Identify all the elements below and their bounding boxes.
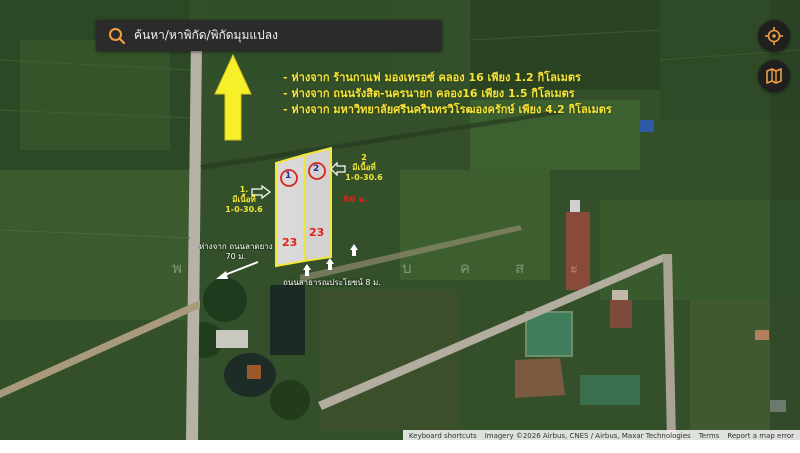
satellite-map[interactable]: ค้นหา/หาพิกัด/พิกัดมุมแปลง - ห่างจาก ร้า… <box>0 0 800 440</box>
road-distance-title: ห่างจาก ถนนลาดยาง <box>199 242 273 251</box>
plot-2-label-area: 1-0-30.6 <box>345 173 383 182</box>
plot-1-label-index: 1. <box>239 185 249 194</box>
crosshair-icon <box>765 27 783 45</box>
plot-1-label-area-title: มีเนื้อที่ <box>232 195 256 204</box>
plot-2-label: 2 มีเนื้อที่ 1-0-30.6 <box>342 153 386 183</box>
search-icon <box>109 27 126 44</box>
plot-1-label: 1. มีเนื้อที่ 1-0-30.6 <box>222 185 266 215</box>
locate-button[interactable] <box>758 20 790 52</box>
watermark-char: ส <box>515 259 525 277</box>
satellite-imagery <box>0 0 800 440</box>
report-error-link[interactable]: Report a map error <box>727 432 794 440</box>
map-layers-button[interactable] <box>758 60 790 92</box>
info-line-cafe: - ห่างจาก ร้านกาแฟ มองเทรอซ์ คลอง 16 เพี… <box>283 71 581 84</box>
plot-2-label-index: 2 <box>361 153 367 162</box>
watermark-char: ค <box>460 259 471 277</box>
imagery-credit: Imagery ©2026 Airbus, CNES / Airbus, Max… <box>484 431 691 440</box>
plot-1-number: 1 <box>285 171 292 181</box>
plot-2-label-area-title: มีเนื้อที่ <box>352 163 376 172</box>
public-road-label: ถนนสาธารณประโยชน์ 8 ม. <box>283 278 381 287</box>
watermark-char: ะ <box>570 259 579 277</box>
info-line-road: - ห่างจาก ถนนรังสิต-นครนายก คลอง16 เพียง… <box>283 87 575 100</box>
search-placeholder: ค้นหา/หาพิกัด/พิกัดมุมแปลง <box>134 28 278 42</box>
plot-1-bottom-number: 23 <box>282 236 298 249</box>
plot-2-number: 2 <box>313 164 320 174</box>
distance-info: - ห่างจาก ร้านกาแฟ มองเทรอซ์ คลอง 16 เพี… <box>283 70 612 118</box>
terms-link[interactable]: Terms <box>699 432 720 440</box>
keyboard-shortcuts-link[interactable]: Keyboard shortcuts <box>409 432 477 440</box>
plot-1-label-area: 1-0-30.6 <box>225 205 263 214</box>
map-icon <box>766 68 782 84</box>
watermark-char: บ <box>402 259 412 277</box>
search-bar[interactable]: ค้นหา/หาพิกัด/พิกัดมุมแปลง <box>96 20 442 51</box>
info-line-university: - ห่างจาก มหาวิทยาลัยศรีนครินทรวิโรฒองคร… <box>283 103 612 116</box>
plot-2-bottom-number: 23 <box>309 226 325 239</box>
page-footer <box>0 440 800 453</box>
dimension-label: 86 ม. <box>343 195 369 205</box>
road-distance-value: 70 ม. <box>225 252 247 261</box>
watermark-char: พ <box>172 259 182 277</box>
road-distance-label: ห่างจาก ถนนลาดยาง 70 ม. <box>199 242 273 262</box>
